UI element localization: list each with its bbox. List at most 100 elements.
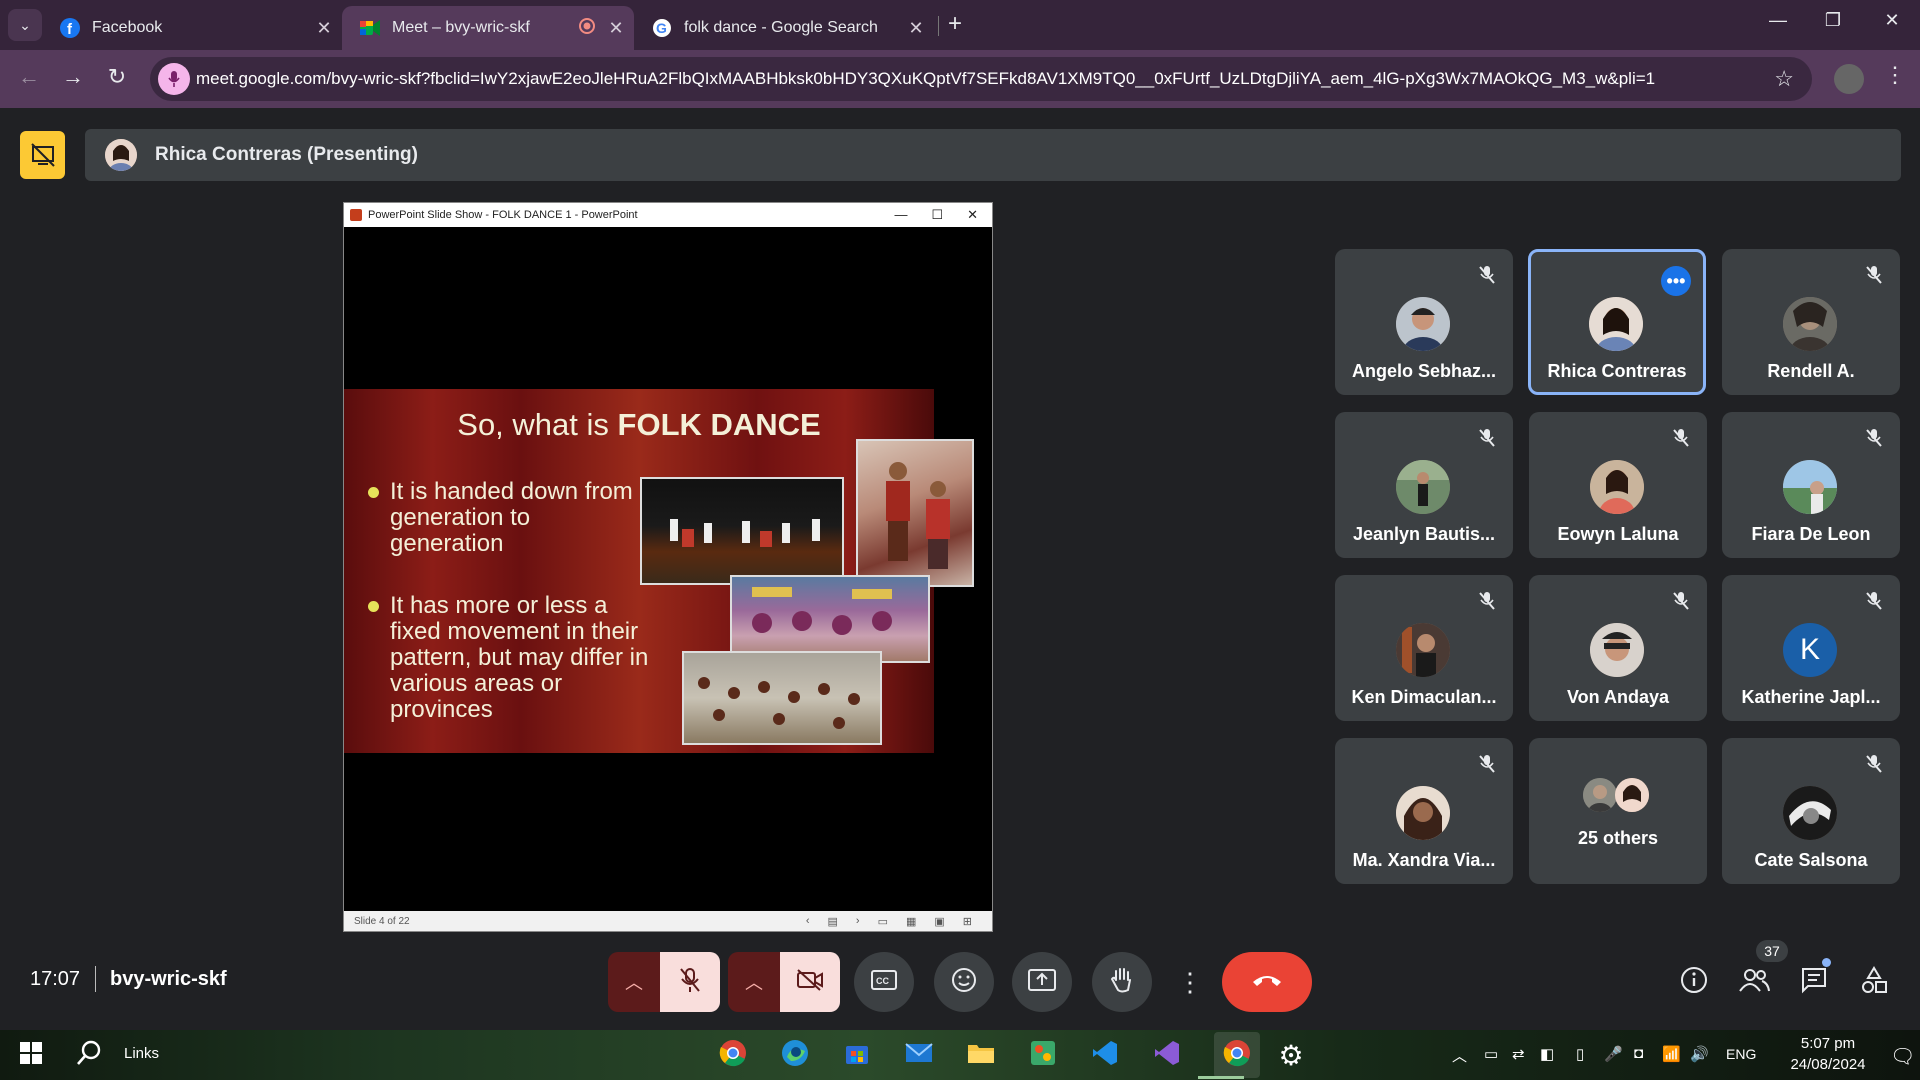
participant-tile[interactable]: Fiara De Leon bbox=[1722, 412, 1900, 558]
vscode-icon bbox=[1091, 1039, 1119, 1072]
participant-tile[interactable]: Rendell A. bbox=[1722, 249, 1900, 395]
language-indicator[interactable]: ENG bbox=[1726, 1046, 1756, 1062]
participant-name: Katherine Japl... bbox=[1741, 687, 1881, 707]
slideshow-window[interactable]: PowerPoint Slide Show - FOLK DANCE 1 - P… bbox=[343, 202, 993, 932]
more-options-button[interactable]: ⋮ bbox=[1172, 952, 1208, 1012]
raise-hand-button[interactable] bbox=[1092, 952, 1152, 1012]
microphone-toggle-button[interactable] bbox=[660, 952, 720, 1012]
new-tab-button[interactable]: + bbox=[948, 10, 962, 38]
participant-tile[interactable]: Jeanlyn Bautis... bbox=[1335, 412, 1513, 558]
search-button[interactable] bbox=[74, 1040, 104, 1070]
vscode-app[interactable] bbox=[1090, 1040, 1120, 1070]
participant-tile[interactable]: Ken Dimaculan... bbox=[1335, 575, 1513, 721]
slideshow-view-icon[interactable]: ⊞ bbox=[963, 915, 972, 928]
address-bar[interactable]: meet.google.com/bvy-wric-skf?fbclid=IwY2… bbox=[150, 57, 1812, 101]
minimize-button[interactable]: — bbox=[894, 207, 907, 223]
close-window-button[interactable]: ✕ bbox=[1872, 10, 1912, 31]
visual-studio-app[interactable] bbox=[1152, 1040, 1182, 1070]
others-tile[interactable]: 25 others bbox=[1529, 738, 1707, 884]
volume-icon[interactable]: 🔊 bbox=[1690, 1045, 1709, 1063]
more-options-button[interactable]: ••• bbox=[1661, 266, 1691, 296]
reload-button[interactable]: ↻ bbox=[102, 64, 132, 90]
tab-google-search[interactable]: G folk dance - Google Search ✕ bbox=[634, 6, 934, 50]
participant-tile[interactable]: Eowyn Laluna bbox=[1529, 412, 1707, 558]
chevron-up-icon: ︿ bbox=[745, 973, 763, 993]
present-icon bbox=[1028, 968, 1056, 996]
participant-tile[interactable]: Cate Salsona bbox=[1722, 738, 1900, 884]
wifi-icon[interactable]: 📶 bbox=[1662, 1045, 1681, 1063]
normal-view-icon[interactable]: ▭ bbox=[878, 915, 888, 928]
participant-tile[interactable]: K Katherine Japl... bbox=[1722, 575, 1900, 721]
captions-button[interactable]: CC bbox=[854, 952, 914, 1012]
tab-close-button[interactable]: ✕ bbox=[604, 18, 628, 39]
system-clock-time[interactable]: 5:07 pm bbox=[1788, 1035, 1868, 1052]
settings-app[interactable]: ⚙ bbox=[1276, 1040, 1306, 1071]
search-label[interactable]: Links bbox=[124, 1045, 159, 1062]
store-app[interactable] bbox=[842, 1040, 872, 1070]
maximize-button[interactable]: ☐ bbox=[931, 207, 943, 223]
mic-off-icon bbox=[1669, 426, 1693, 450]
restore-button[interactable]: ❐ bbox=[1813, 10, 1853, 31]
leave-call-button[interactable] bbox=[1222, 952, 1312, 1012]
people-button[interactable] bbox=[1736, 964, 1772, 1000]
microphone-icon[interactable] bbox=[158, 63, 190, 95]
microphone-icon[interactable]: 🎤 bbox=[1604, 1045, 1623, 1063]
participant-tile[interactable]: Angelo Sebhaz... bbox=[1335, 249, 1513, 395]
bookmark-star-icon[interactable]: ☆ bbox=[1774, 66, 1794, 92]
visual-studio-icon bbox=[1153, 1039, 1181, 1072]
back-button[interactable]: ← bbox=[14, 64, 44, 90]
tab-close-button[interactable]: ✕ bbox=[904, 18, 928, 39]
system-clock-date[interactable]: 24/08/2024 bbox=[1768, 1056, 1888, 1073]
profile-avatar[interactable] bbox=[1834, 64, 1864, 94]
activities-button[interactable] bbox=[1856, 964, 1892, 1000]
avatar bbox=[1783, 297, 1837, 351]
tab-close-button[interactable]: ✕ bbox=[312, 18, 336, 39]
tab-divider bbox=[938, 16, 939, 36]
chat-button[interactable] bbox=[1796, 964, 1832, 1000]
mail-app[interactable] bbox=[904, 1040, 934, 1070]
video-options-button[interactable]: ︿ bbox=[728, 952, 780, 1012]
avatar bbox=[1590, 623, 1644, 677]
url-text: meet.google.com/bvy-wric-skf?fbclid=IwY2… bbox=[196, 69, 1656, 88]
browser-menu-button[interactable]: ⋮ bbox=[1884, 62, 1906, 88]
battery-icon[interactable]: ▭ bbox=[1484, 1045, 1498, 1063]
show-hidden-icons-button[interactable]: ︿ bbox=[1452, 1045, 1467, 1066]
chrome-app-active[interactable] bbox=[1214, 1032, 1260, 1078]
reactions-button[interactable] bbox=[934, 952, 994, 1012]
tab-meet[interactable]: Meet – bvy-wric-skf ✕ bbox=[342, 6, 634, 50]
chrome-app[interactable] bbox=[718, 1039, 748, 1070]
audio-options-button[interactable]: ︿ bbox=[608, 952, 660, 1012]
slide-sorter-icon[interactable]: ▦ bbox=[906, 915, 916, 928]
file-explorer-app[interactable] bbox=[966, 1040, 996, 1070]
camera-icon[interactable]: ◘ bbox=[1634, 1045, 1643, 1062]
device-icon[interactable]: ▯ bbox=[1576, 1045, 1584, 1063]
reading-view-icon[interactable]: ▣ bbox=[934, 915, 944, 928]
participant-name: Rendell A. bbox=[1767, 361, 1855, 381]
participant-tile[interactable]: ••• Rhica Contreras bbox=[1528, 249, 1706, 395]
start-button[interactable] bbox=[16, 1040, 46, 1070]
next-slide-button[interactable]: › bbox=[856, 915, 860, 928]
meeting-info-button[interactable] bbox=[1676, 964, 1712, 1000]
app-tray-icon[interactable]: ◧ bbox=[1540, 1045, 1554, 1063]
tab-search-menu-button[interactable]: ⌄ bbox=[8, 9, 42, 41]
browser-toolbar: ← → ↻ meet.google.com/bvy-wric-skf?fbcli… bbox=[0, 50, 1920, 108]
participant-name: Von Andaya bbox=[1566, 687, 1669, 707]
previous-slide-button[interactable]: ‹ bbox=[806, 915, 810, 928]
forward-button[interactable]: → bbox=[58, 64, 88, 90]
dance-photo bbox=[640, 477, 844, 585]
tab-facebook[interactable]: f Facebook ✕ bbox=[42, 6, 342, 50]
avatar bbox=[1396, 623, 1450, 677]
edge-app[interactable] bbox=[780, 1039, 810, 1070]
close-button[interactable]: ✕ bbox=[967, 207, 978, 223]
camera-toggle-button[interactable] bbox=[780, 952, 840, 1012]
avatar bbox=[105, 139, 137, 171]
paint-app[interactable] bbox=[1028, 1040, 1058, 1070]
participant-tile[interactable]: Von Andaya bbox=[1529, 575, 1707, 721]
notification-center-icon[interactable]: 🗨 bbox=[1890, 1044, 1915, 1069]
presentation-icon[interactable] bbox=[20, 131, 65, 179]
sync-icon[interactable]: ⇄ bbox=[1512, 1045, 1525, 1063]
minimize-button[interactable]: — bbox=[1758, 10, 1798, 31]
present-screen-button[interactable] bbox=[1012, 952, 1072, 1012]
participant-tile[interactable]: Ma. Xandra Via... bbox=[1335, 738, 1513, 884]
slide-menu-icon[interactable]: ▤ bbox=[827, 915, 837, 928]
